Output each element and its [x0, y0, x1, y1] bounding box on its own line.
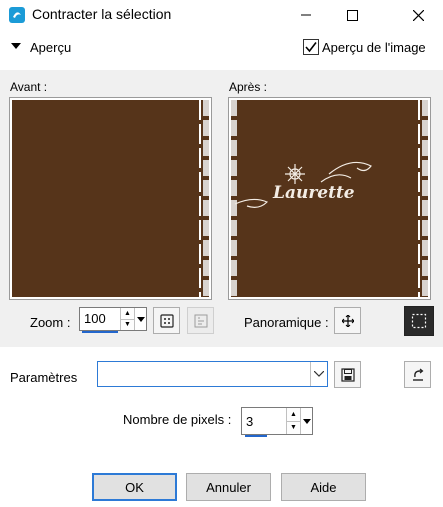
close-button[interactable]: [395, 0, 441, 30]
minimize-button[interactable]: [283, 0, 329, 30]
actual-size-icon: [194, 314, 207, 327]
presets-dropdown-button[interactable]: [310, 362, 327, 386]
pixel-count-value: 3: [246, 414, 254, 429]
pan-button[interactable]: [334, 307, 361, 334]
reset-icon: [412, 368, 423, 381]
presets-label: Paramètres: [10, 370, 78, 385]
app-icon: [8, 6, 26, 24]
save-icon: [340, 367, 355, 382]
focus-underline: [82, 331, 118, 333]
window-title: Contracter la sélection: [32, 6, 172, 22]
show-preview-label: Aperçu de l'image: [322, 39, 426, 55]
pixel-count-down-button[interactable]: ▼: [287, 420, 300, 434]
focus-underline: [245, 435, 267, 437]
before-image: [12, 100, 209, 297]
pixel-count-label: Nombre de pixels :: [123, 412, 232, 427]
preview-selection-button[interactable]: [404, 306, 434, 336]
checkmark-icon: [305, 42, 317, 53]
zoom-value: 100: [84, 311, 106, 326]
pan-label: Panoramique :: [244, 315, 329, 330]
show-preview-option[interactable]: Aperçu de l'image: [303, 38, 426, 56]
before-preview[interactable]: [9, 97, 212, 300]
film-strip-edge: [203, 100, 209, 297]
chevron-down-icon: [314, 371, 324, 377]
after-image: Laurette: [231, 100, 428, 297]
zoom-actual-size-button[interactable]: [187, 307, 214, 334]
pixel-count-up-button[interactable]: ▲: [287, 408, 300, 421]
zoom-label: Zoom :: [30, 315, 71, 330]
save-preset-button[interactable]: [334, 361, 361, 388]
pixel-count-dropdown-button[interactable]: [300, 408, 312, 434]
caret-down-icon: [302, 418, 311, 424]
watermark-logo: Laurette: [233, 152, 383, 222]
pixel-count-stepper[interactable]: 3 ▲ ▼: [241, 407, 313, 437]
zoom-up-button[interactable]: ▲: [121, 308, 134, 319]
zoom-stepper[interactable]: 100 ▲ ▼: [79, 307, 147, 333]
zoom-fit-button[interactable]: [153, 307, 180, 334]
film-strip-edge: [418, 100, 420, 297]
watermark-text: Laurette: [272, 183, 355, 203]
help-button[interactable]: Aide: [281, 473, 366, 501]
caret-down-icon: [136, 316, 145, 322]
marquee-selection-icon: [411, 313, 427, 329]
zoom-down-button[interactable]: ▼: [121, 318, 134, 330]
presets-dropdown[interactable]: [97, 361, 328, 387]
zoom-input[interactable]: 100: [80, 308, 120, 333]
show-preview-checkbox[interactable]: [303, 39, 319, 55]
move-icon: [341, 314, 354, 327]
maximize-icon: [346, 9, 358, 21]
preview-section-label: Aperçu: [30, 40, 72, 55]
minimize-icon: [301, 14, 311, 16]
zoom-dropdown-button[interactable]: [134, 308, 146, 330]
cancel-button[interactable]: Annuler: [186, 473, 271, 501]
film-strip-edge: [199, 100, 201, 297]
reset-defaults-button[interactable]: [404, 361, 431, 388]
triangle-down-icon: [11, 43, 21, 49]
film-strip-edge: [422, 100, 428, 297]
pixel-count-input[interactable]: 3: [242, 408, 286, 437]
collapse-preview-toggle[interactable]: [10, 40, 22, 52]
close-icon: [412, 9, 424, 21]
fit-window-icon: [159, 313, 174, 328]
maximize-button[interactable]: [329, 0, 375, 30]
after-preview[interactable]: Laurette: [228, 97, 431, 300]
before-label: Avant :: [10, 80, 48, 94]
after-label: Après :: [229, 80, 268, 94]
ok-button[interactable]: OK: [92, 473, 177, 501]
